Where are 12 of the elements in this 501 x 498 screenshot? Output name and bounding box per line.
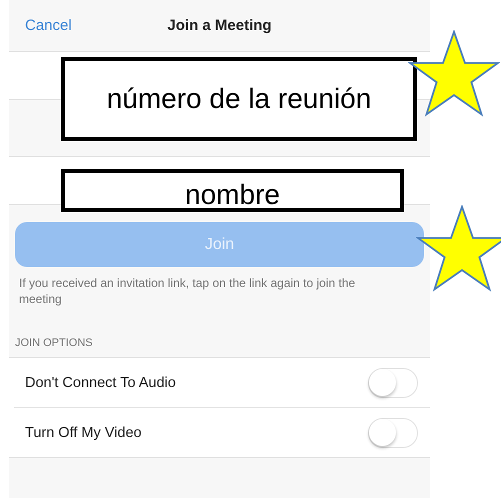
annotation-label: número de la reunión [61,57,417,141]
screen-title: Join a Meeting [167,17,272,34]
star-icon [416,205,501,293]
star-icon [408,30,500,118]
toggle-switch[interactable] [368,418,418,448]
hint-text: If you received an invitation link, tap on the link again to join the meeting [19,275,356,307]
option-label: Don't Connect To Audio [25,374,176,390]
section-heading: JOIN OPTIONS [15,337,94,349]
toggle-switch[interactable] [368,368,418,398]
cancel-button[interactable]: Cancel [25,17,72,34]
annotation-label: nombre [61,169,404,212]
option-label: Turn Off My Video [25,424,142,440]
